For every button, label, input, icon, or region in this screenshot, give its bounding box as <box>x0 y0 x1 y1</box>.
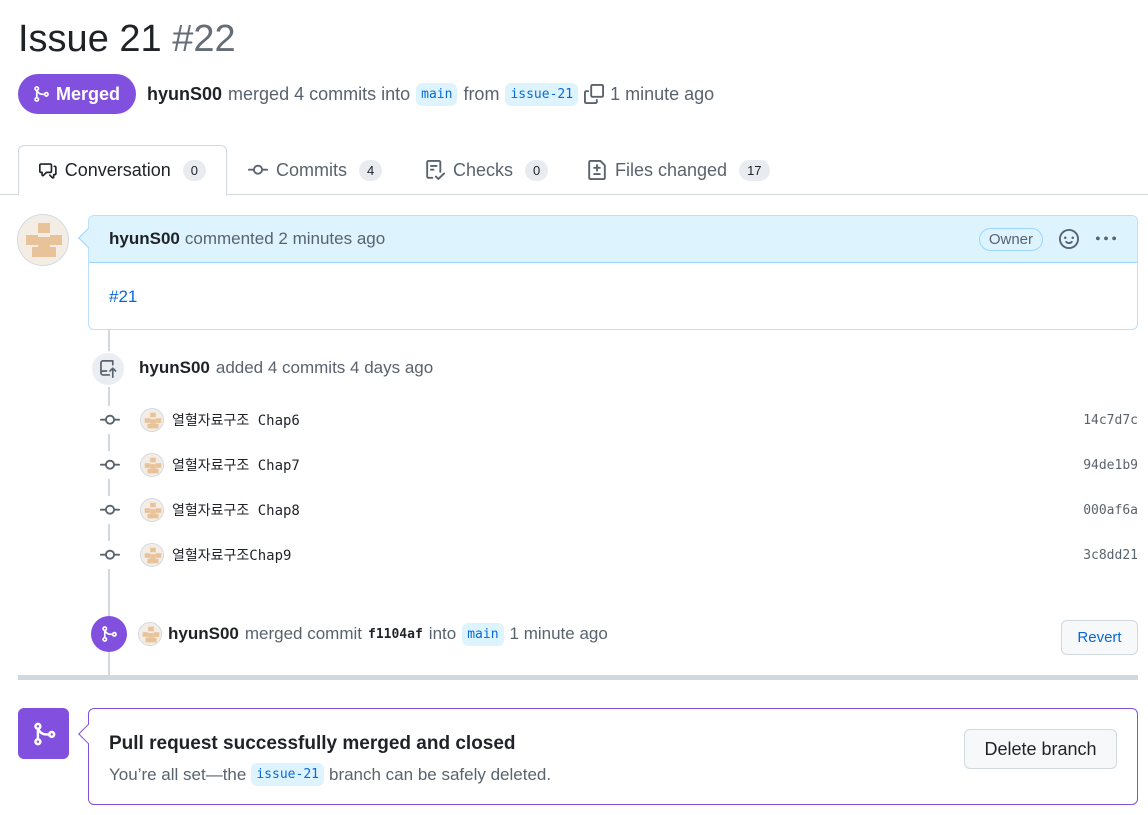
pr-state-row: Merged hyunS00 merged 4 commits into mai… <box>18 74 714 114</box>
commit-message-link[interactable]: 열혈자료구조 Chap6 <box>172 410 300 430</box>
tab-files-changed-label: Files changed <box>615 159 728 180</box>
git-commit-icon <box>96 406 124 434</box>
merge-status-box: Pull request successfully merged and clo… <box>78 708 1138 805</box>
comment-action-text: commented 2 minutes ago <box>184 229 386 248</box>
comment-discussion-icon <box>39 162 57 179</box>
comment-body: #21 <box>89 263 1137 331</box>
tab-conversation-count: 0 <box>182 160 206 181</box>
tab-commits[interactable]: Commits 4 <box>228 145 402 195</box>
pr-time-ago: 1 minute ago <box>610 83 715 104</box>
issue-reference-link[interactable]: #21 <box>109 287 137 306</box>
added-commits-text: added 4 commits 4 days ago <box>215 358 434 377</box>
commit-sha-link[interactable]: 3c8dd21 <box>1083 548 1138 563</box>
pr-author-link[interactable]: hyunS00 <box>147 84 222 105</box>
tab-conversation-label: Conversation <box>64 160 171 180</box>
git-merge-icon <box>91 616 127 652</box>
merged-commit-event: hyunS00 merged commit f1104af into main … <box>138 622 608 646</box>
commit-row: 열혈자료구조Chap9 3c8dd21 <box>96 541 1138 569</box>
kebab-horizontal-icon[interactable] <box>1095 229 1117 249</box>
commit-sha-link[interactable]: 000af6a <box>1083 503 1138 518</box>
smiley-icon[interactable] <box>1059 229 1079 249</box>
pr-tabs: Conversation 0 Commits 4 Checks 0 Files … <box>0 145 1148 196</box>
checklist-icon <box>426 160 445 180</box>
revert-button[interactable]: Revert <box>1061 620 1138 655</box>
tab-checks-count: 0 <box>525 159 549 181</box>
commit-author-avatar[interactable] <box>140 453 164 477</box>
repo-push-icon <box>90 351 126 387</box>
tab-commits-count: 4 <box>359 159 383 181</box>
merge-commit-sha-link[interactable]: f1104af <box>368 627 423 642</box>
tab-conversation[interactable]: Conversation 0 <box>18 145 227 196</box>
page-title: Issue 21 #22 <box>18 18 236 61</box>
added-commits-author[interactable]: hyunS00 <box>139 358 210 378</box>
comment-box: hyunS00 commented 2 minutes ago Owner #2… <box>78 215 1138 331</box>
pr-title: Issue 21 <box>18 18 162 60</box>
owner-badge: Owner <box>978 227 1043 251</box>
merge-event-text: merged commit <box>244 624 362 643</box>
commit-row: 열혈자료구조 Chap6 14c7d7c <box>96 406 1138 434</box>
commit-author-avatar[interactable] <box>140 408 164 432</box>
merge-status-description: You’re all set—the issue-21 branch can b… <box>109 763 551 786</box>
commit-sha-link[interactable]: 14c7d7c <box>1083 413 1138 428</box>
git-commit-icon <box>248 164 268 175</box>
avatar[interactable] <box>17 214 69 266</box>
pr-number: #22 <box>172 18 236 60</box>
tab-checks-label: Checks <box>453 159 514 180</box>
commit-message-link[interactable]: 열혈자료구조 Chap8 <box>172 500 300 520</box>
timeline-divider <box>18 675 1138 680</box>
git-merge-icon <box>18 708 69 759</box>
commit-message-link[interactable]: 열혈자료구조Chap9 <box>172 545 291 565</box>
tab-commits-label: Commits <box>276 159 347 180</box>
git-commit-icon <box>96 541 124 569</box>
commit-row: 열혈자료구조 Chap8 000af6a <box>96 496 1138 524</box>
merge-into-text: into <box>428 624 457 643</box>
comment-header: hyunS00 commented 2 minutes ago Owner <box>89 216 1137 263</box>
git-commit-icon <box>96 496 124 524</box>
merge-desc-branch[interactable]: issue-21 <box>251 763 324 786</box>
added-commits-event: hyunS00 added 4 commits 4 days ago <box>139 358 433 378</box>
merge-desc-suffix: branch can be safely deleted. <box>328 764 552 784</box>
merge-author-avatar[interactable] <box>138 622 162 646</box>
tab-files-changed[interactable]: Files changed 17 <box>567 145 790 195</box>
merge-desc-prefix: You’re all set—the <box>109 764 247 784</box>
merged-state-label: Merged <box>56 83 121 104</box>
merged-state-badge: Merged <box>18 74 137 114</box>
delete-branch-button[interactable]: Delete branch <box>964 729 1117 769</box>
merge-author-link[interactable]: hyunS00 <box>168 624 239 644</box>
commit-sha-link[interactable]: 94de1b9 <box>1083 458 1138 473</box>
git-commit-icon <box>96 451 124 479</box>
pr-summary: hyunS00 merged 4 commits into main from … <box>147 82 715 106</box>
tab-files-changed-count: 17 <box>739 159 770 181</box>
commit-author-avatar[interactable] <box>140 498 164 522</box>
pr-summary-text: merged 4 commits into <box>228 83 411 104</box>
base-branch-label[interactable]: main <box>416 82 458 106</box>
head-branch-label[interactable]: issue-21 <box>505 82 579 106</box>
merge-branch-label[interactable]: main <box>462 622 504 646</box>
file-diff-icon <box>588 160 606 180</box>
merge-box-arrow <box>78 724 98 744</box>
comment-author-link[interactable]: hyunS00 <box>109 229 180 249</box>
merge-status-title: Pull request successfully merged and clo… <box>109 733 516 754</box>
tab-checks[interactable]: Checks 0 <box>405 145 568 195</box>
commit-message-link[interactable]: 열혈자료구조 Chap7 <box>172 455 300 475</box>
commit-author-avatar[interactable] <box>140 543 164 567</box>
commit-row: 열혈자료구조 Chap7 94de1b9 <box>96 451 1138 479</box>
git-merge-icon <box>34 86 49 102</box>
merge-event-time: 1 minute ago <box>509 624 608 643</box>
from-text: from <box>463 83 500 104</box>
copy-icon[interactable] <box>584 84 605 104</box>
